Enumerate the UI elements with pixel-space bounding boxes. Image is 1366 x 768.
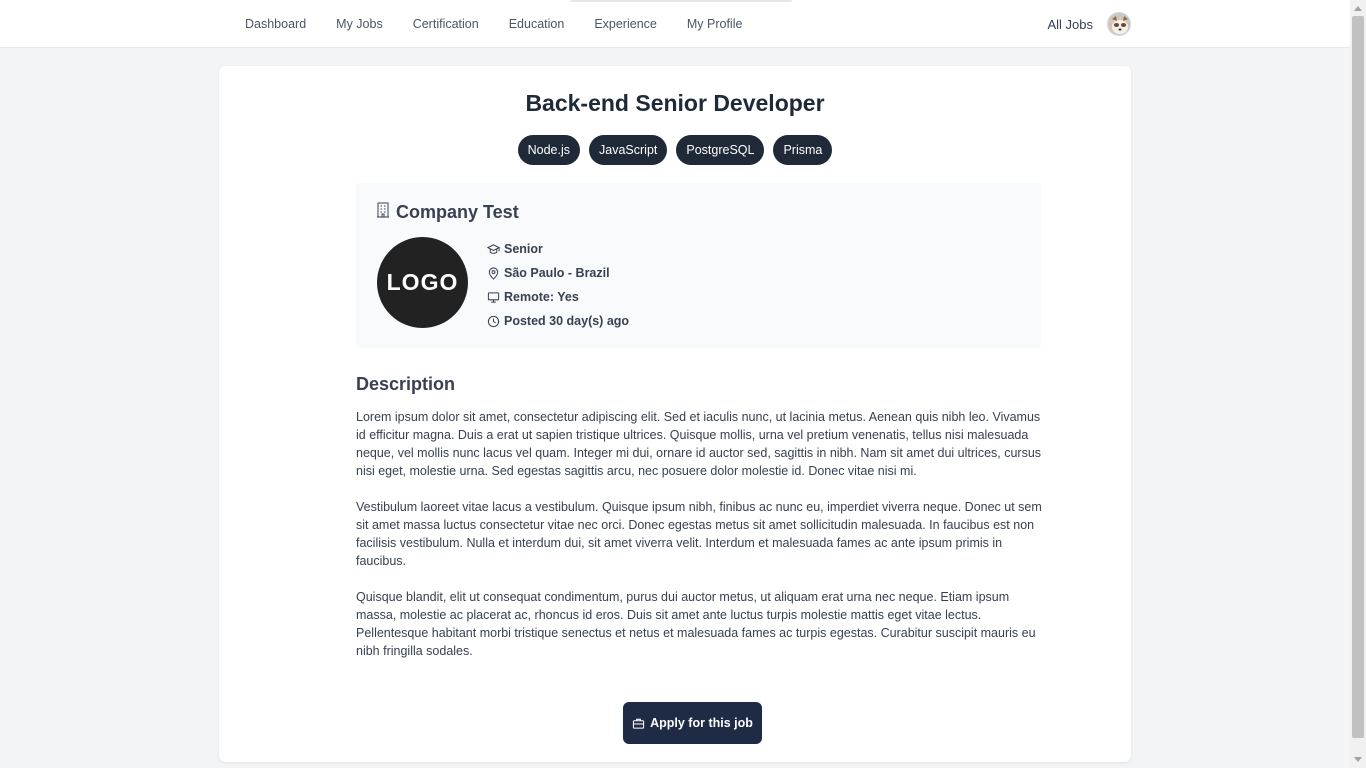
- meta-level: Senior: [487, 237, 629, 261]
- company-header: Company Test: [376, 202, 519, 223]
- nav-right: All Jobs: [1047, 0, 1131, 48]
- scrollbar-thumb[interactable]: [1352, 16, 1364, 738]
- company-panel: Company Test LOGO Senior São Paulo - Bra…: [356, 183, 1041, 348]
- job-meta: Senior São Paulo - Brazil Remote: Yes Po…: [487, 237, 629, 333]
- top-navbar: Dashboard My Jobs Certification Educatio…: [0, 0, 1350, 48]
- job-title: Back-end Senior Developer: [525, 90, 825, 116]
- description-heading: Description: [356, 374, 456, 394]
- monitor-icon: [487, 291, 500, 303]
- meta-location: São Paulo - Brazil: [487, 261, 629, 285]
- apply-button[interactable]: Apply for this job: [623, 702, 762, 744]
- user-avatar[interactable]: [1107, 12, 1131, 36]
- description-body: Lorem ipsum dolor sit amet, consectetur …: [356, 408, 1044, 678]
- tech-tags: Node.js JavaScript PostgreSQL Prisma: [219, 135, 1131, 165]
- nav-education[interactable]: Education: [509, 17, 565, 31]
- map-pin-icon: [488, 266, 499, 280]
- main-nav: Dashboard My Jobs Certification Educatio…: [245, 0, 772, 48]
- tag-postgresql: PostgreSQL: [676, 135, 765, 165]
- avatar-image: [1108, 13, 1130, 35]
- tag-nodejs: Node.js: [517, 135, 581, 165]
- location-text: São Paulo - Brazil: [504, 266, 610, 280]
- remote-text: Remote: Yes: [504, 290, 579, 304]
- nav-my-jobs[interactable]: My Jobs: [336, 17, 383, 31]
- meta-posted: Posted 30 day(s) ago: [487, 309, 629, 333]
- graduation-cap-icon: [487, 243, 500, 254]
- nav-my-profile[interactable]: My Profile: [687, 17, 743, 31]
- posted-text: Posted 30 day(s) ago: [504, 314, 630, 328]
- level-text: Senior: [504, 242, 543, 256]
- nav-dashboard[interactable]: Dashboard: [245, 17, 306, 31]
- meta-remote: Remote: Yes: [487, 285, 629, 309]
- company-logo: LOGO: [377, 237, 468, 328]
- building-icon: [376, 202, 390, 223]
- company-name: Company Test: [396, 202, 519, 222]
- tag-prisma: Prisma: [773, 135, 833, 165]
- nav-experience[interactable]: Experience: [594, 17, 657, 31]
- briefcase-icon: [632, 718, 645, 729]
- apply-label: Apply for this job: [650, 716, 753, 730]
- description-paragraph: Quisque blandit, elit ut consequat condi…: [356, 590, 1036, 658]
- nav-certification[interactable]: Certification: [413, 17, 479, 31]
- scroll-down-arrow-icon[interactable]: [1354, 757, 1362, 762]
- job-detail-card: Back-end Senior Developer Node.js JavaSc…: [219, 66, 1131, 762]
- scroll-up-arrow-icon[interactable]: [1354, 6, 1362, 11]
- description-paragraph: Vestibulum laoreet vitae lacus a vestibu…: [356, 500, 1042, 568]
- all-jobs-link[interactable]: All Jobs: [1047, 17, 1093, 32]
- clock-icon: [487, 315, 500, 327]
- tag-javascript: JavaScript: [589, 135, 668, 165]
- description-paragraph: Lorem ipsum dolor sit amet, consectetur …: [356, 410, 1042, 478]
- vertical-scrollbar[interactable]: [1350, 0, 1366, 768]
